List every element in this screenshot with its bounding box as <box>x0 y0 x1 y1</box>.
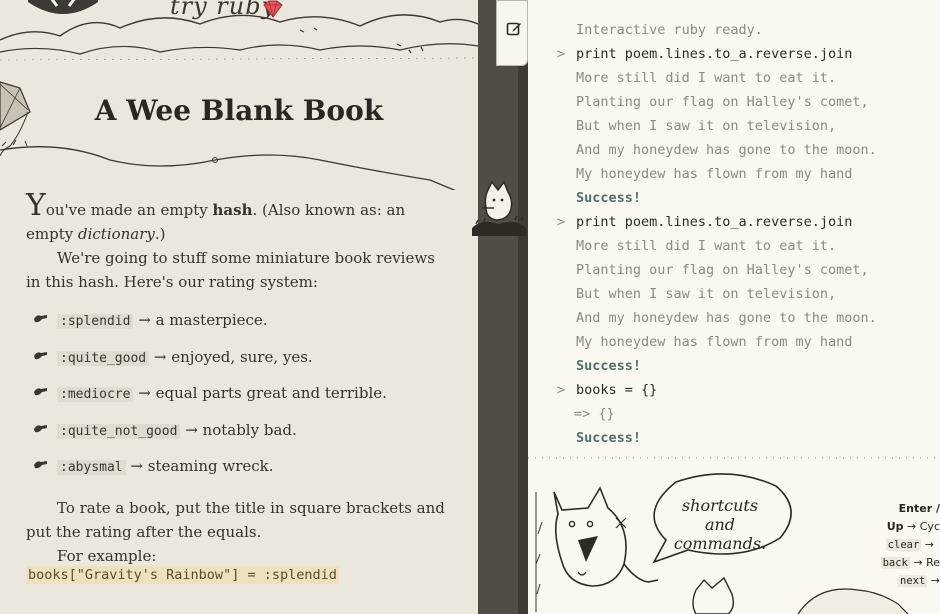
list-item: :abysmal → steaming wreck. <box>26 456 446 493</box>
arrow: → <box>913 556 923 569</box>
shortcut-key: back <box>880 557 910 569</box>
ruby-console[interactable]: Interactive ruby ready. > print poem.lin… <box>528 0 940 452</box>
console-output-line: Planting our flag on Halley's comet, <box>576 262 869 278</box>
rating-symbol: :quite_not_good <box>57 423 181 439</box>
ruby-gem-icon <box>263 0 283 18</box>
intro-text-3: .) <box>154 225 166 243</box>
arrow: → <box>130 457 143 475</box>
success-message: Success! <box>576 430 642 446</box>
shortcut-desc: Cyc <box>919 520 940 533</box>
shortcut-clear[interactable]: clear → <box>885 538 934 551</box>
bubble-line: commands. <box>673 534 767 553</box>
shortcut-desc: Re <box>926 556 940 569</box>
pane-divider-edge <box>518 0 528 614</box>
arrow: → <box>930 574 940 587</box>
speech-bubble-text: shortcuts and commands. <box>660 496 780 553</box>
lesson-body: You've made an empty hash. (Also known a… <box>26 191 446 568</box>
edit-tab[interactable] <box>496 0 528 66</box>
shortcut-key: next <box>897 575 928 587</box>
rating-desc: equal parts great and terrible. <box>155 384 387 402</box>
arrow: → <box>924 538 934 551</box>
list-item: :quite_not_good → notably bad. <box>26 420 446 457</box>
rating-symbol: :abysmal <box>57 460 126 475</box>
dictionary-term: dictionary <box>77 225 155 243</box>
shortcut-next[interactable]: next → <box>897 574 940 587</box>
console-output-line: But when I saw it on television, <box>576 118 837 134</box>
arrow: → <box>138 311 151 329</box>
list-item: :splendid → a masterpiece. <box>26 310 446 347</box>
help-area: shortcuts and commands. Enter / Up → Cyc… <box>528 452 940 614</box>
shortcut-key: clear <box>885 539 922 551</box>
hash-term: hash <box>212 201 253 219</box>
rating-symbol: :mediocre <box>57 387 134 402</box>
console-output-line: My honeydew has flown from my hand <box>576 334 853 350</box>
ruby-logo-badge[interactable] <box>28 0 98 20</box>
console-ready-line: Interactive ruby ready. <box>576 22 763 38</box>
shortcut-enter: Enter / <box>899 502 940 515</box>
console-output-line: My honeydew has flown from my hand <box>576 166 853 182</box>
dropcap-letter: Y <box>26 188 46 223</box>
hand-pointer-icon <box>34 388 47 396</box>
hand-pointer-icon <box>34 315 47 323</box>
bubble-line: shortcuts <box>681 496 759 515</box>
success-message: Success! <box>576 190 642 206</box>
shortcut-up: Up → Cyc <box>887 520 940 533</box>
success-message: Success! <box>576 358 642 374</box>
console-output-line: But when I saw it on television, <box>576 286 837 302</box>
instruction-paragraph: To rate a book, put the title in square … <box>26 498 445 541</box>
edit-icon <box>506 22 521 36</box>
prompt-char: > <box>557 46 566 62</box>
console-result-line: => {} <box>574 406 615 422</box>
brand-title[interactable]: try ruby <box>170 0 276 20</box>
hand-pointer-icon <box>34 424 47 432</box>
prompt-char: > <box>557 382 566 398</box>
rating-intro-paragraph: We're going to stuff some miniature book… <box>26 249 435 291</box>
hand-pointer-icon <box>34 351 47 359</box>
console-output-line: And my honeydew has gone to the moon. <box>576 142 877 158</box>
rating-desc: a masterpiece. <box>155 311 268 329</box>
console-output-line: More still did I want to eat it. <box>576 70 837 86</box>
lesson-title: A Wee Blank Book <box>94 94 384 127</box>
bubble-line: and <box>704 515 736 534</box>
fox-mascot-icon <box>472 180 526 236</box>
prompt-char: > <box>557 214 566 230</box>
console-input-line: print poem.lines.to_a.reverse.join <box>576 214 853 230</box>
console-output-line: And my honeydew has gone to the moon. <box>576 310 877 326</box>
intro-text: ou've made an empty <box>45 201 213 219</box>
rating-symbol: :splendid <box>57 314 134 329</box>
example-code-snippet[interactable]: books["Gravity's Rainbow"] = :splendid <box>26 566 339 584</box>
shortcut-key: Enter / <box>898 502 940 515</box>
arrow: → <box>153 347 167 366</box>
arrow: → <box>185 420 198 439</box>
list-item: :quite_good → enjoyed, sure, yes. <box>26 347 446 384</box>
lesson-pane: try ruby A Wee Blank Book You've made an… <box>0 0 478 614</box>
rating-list: :splendid → a masterpiece. :quite_good →… <box>26 310 446 493</box>
arrow: → <box>907 520 917 533</box>
console-input-line: books = {} <box>576 382 658 398</box>
shortcut-back[interactable]: back → Re <box>880 556 940 569</box>
hand-pointer-icon <box>34 461 47 469</box>
arrow: → <box>138 384 151 402</box>
rating-symbol: :quite_good <box>57 350 150 366</box>
console-input-line: print poem.lines.to_a.reverse.join <box>576 46 853 62</box>
rating-desc: steaming wreck. <box>147 457 274 475</box>
console-output-line: Planting our flag on Halley's comet, <box>576 94 869 110</box>
pane-divider[interactable] <box>478 0 522 614</box>
list-item: :mediocre → equal parts great and terrib… <box>26 383 446 420</box>
rating-desc: enjoyed, sure, yes. <box>171 347 313 366</box>
intro-paragraph: You've made an empty hash. (Also known a… <box>26 191 446 246</box>
shortcut-key: Up <box>886 520 904 533</box>
for-example-label: For example: <box>57 546 157 565</box>
rating-desc: notably bad. <box>202 420 297 439</box>
console-output-line: More still did I want to eat it. <box>576 238 837 254</box>
